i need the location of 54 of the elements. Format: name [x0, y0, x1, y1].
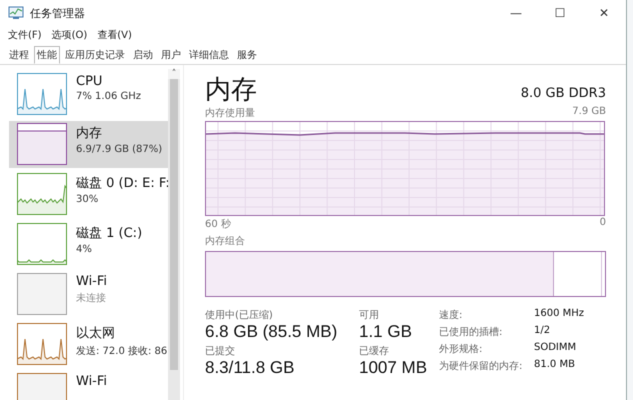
- item-title: 以太网: [76, 325, 116, 342]
- scrollbar[interactable]: ˄: [168, 69, 180, 400]
- item-subtitle: 30%: [76, 194, 100, 205]
- memory-spec: 8.0 GB DDR3: [520, 86, 606, 103]
- sidebar-item[interactable]: Wi-Fi: [9, 371, 168, 400]
- close-button[interactable]: ✕: [582, 0, 626, 26]
- page-title: 内存: [205, 75, 257, 105]
- item-title: Wi-Fi: [76, 274, 108, 289]
- menu-item[interactable]: 文件(F): [8, 28, 42, 42]
- monitor-icon: [8, 6, 24, 20]
- maximize-button[interactable]: ☐: [538, 0, 582, 26]
- graph-label: 内存使用量: [205, 106, 255, 120]
- item-title: 内存: [76, 125, 103, 142]
- stat-label: 已提交: [205, 344, 236, 358]
- graph-max-label: 7.9 GB: [572, 106, 606, 119]
- sidebar-item[interactable]: Wi-Fi 未连接: [9, 271, 168, 318]
- detail-label: 为硬件保留的内存:: [439, 360, 524, 373]
- stat-value: 6.8 GB (85.5 MB): [205, 322, 338, 342]
- sidebar-item[interactable]: 以太网 发送: 72.0 接收: 86: [9, 321, 168, 368]
- item-subtitle: 4%: [76, 244, 93, 255]
- tab[interactable]: 性能: [34, 46, 60, 64]
- sidebar-item[interactable]: 磁盘 1 (C:) 4%: [9, 221, 168, 268]
- stat-label: 已缓存: [359, 344, 390, 358]
- sidebar-item[interactable]: 内存 6.9/7.9 GB (87%): [9, 121, 168, 168]
- scroll-up-button[interactable]: ˄: [168, 69, 180, 79]
- detail-value: 1/2: [534, 325, 552, 338]
- detail-value: 81.0 MB: [534, 359, 576, 372]
- item-title: 磁盘 0 (D: E: F:: [76, 175, 168, 192]
- menu-item[interactable]: 选项(O): [52, 28, 88, 42]
- item-subtitle: 发送: 72.0 接收: 86: [76, 344, 168, 358]
- stat-label: 可用: [359, 309, 380, 322]
- detail-label: 外形规格:: [439, 342, 484, 356]
- item-title: CPU: [76, 74, 104, 89]
- item-subtitle: 6.9/7.9 GB (87%): [76, 144, 162, 155]
- stat-label: 使用中(已压缩): [205, 308, 274, 322]
- sidebar-item[interactable]: CPU 7% 1.06 GHz: [9, 71, 168, 118]
- minimize-button[interactable]: —: [494, 0, 538, 26]
- stat-value: 8.3/11.8 GB: [205, 358, 296, 378]
- detail-value: SODIMM: [534, 342, 578, 355]
- item-subtitle: 未连接: [76, 292, 107, 305]
- stat-value: 1.1 GB: [359, 322, 413, 342]
- item-title: Wi-Fi: [76, 374, 108, 389]
- menu-item[interactable]: 查看(V): [97, 28, 132, 42]
- item-subtitle: 7% 1.06 GHz: [76, 91, 142, 102]
- window-title: 任务管理器: [30, 6, 85, 20]
- detail-label: 已使用的插槽:: [439, 326, 504, 339]
- item-title: 磁盘 1 (C:): [76, 225, 142, 242]
- stat-value: 1007 MB: [359, 358, 428, 378]
- sidebar-item[interactable]: 磁盘 0 (D: E: F: 30%: [9, 171, 168, 218]
- detail-label: 速度:: [439, 308, 464, 322]
- axis-label: 60 秒: [205, 218, 231, 231]
- axis-label: 0: [600, 217, 606, 230]
- detail-value: 1600 MHz: [534, 308, 584, 321]
- graph-label: 内存组合: [205, 234, 246, 248]
